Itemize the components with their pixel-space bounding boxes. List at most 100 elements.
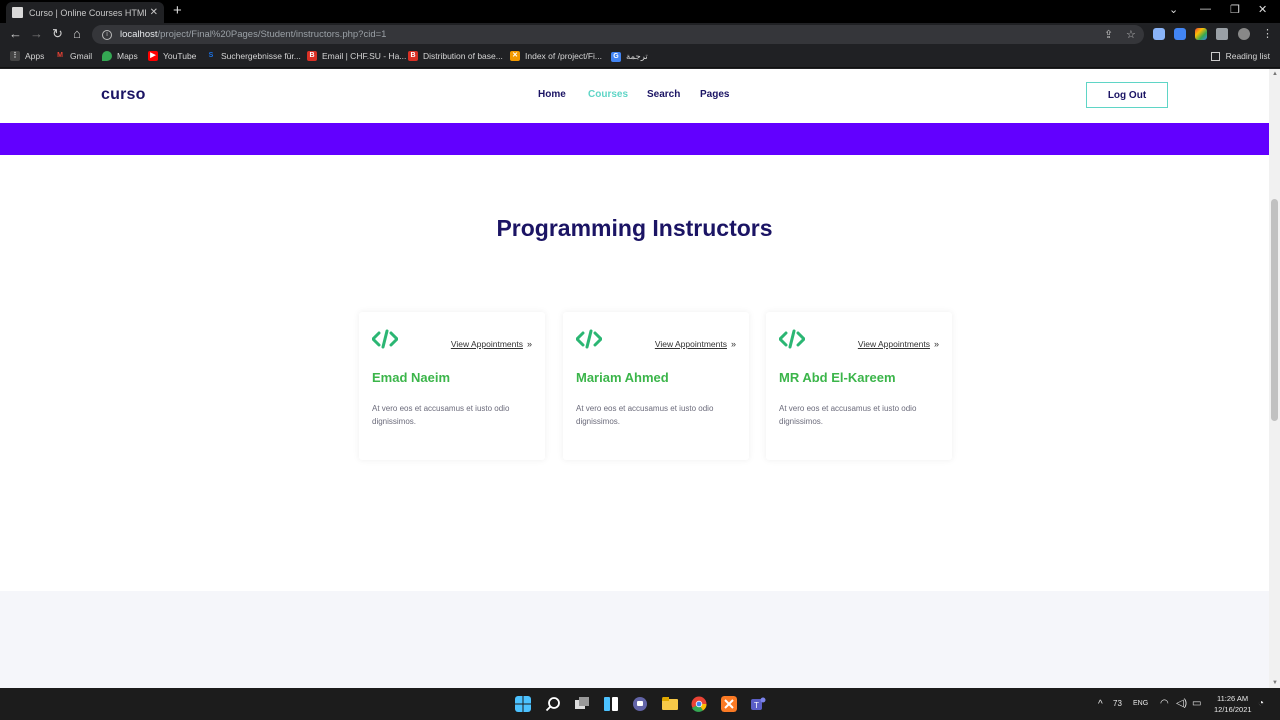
nav-search[interactable]: Search (647, 89, 680, 100)
instructor-card: View Appointments » Mariam Ahmed At vero… (563, 312, 749, 460)
forward-button[interactable]: → (30, 26, 43, 42)
nav-courses[interactable]: Courses (588, 89, 628, 100)
bookmark-youtube[interactable]: ▶ YouTube (148, 51, 196, 61)
address-bar[interactable]: i localhost/project/Final%20Pages/Studen… (92, 25, 1144, 44)
taskbar: T ^ 73 ENG ◠ ◁) ▭ 11:26 AM 12/16/2021 ◔ (0, 688, 1280, 720)
xampp-icon[interactable] (721, 696, 737, 712)
instructor-card: View Appointments » MR Abd El-Kareem At … (766, 312, 952, 460)
show-hidden-icons-icon[interactable]: ^ (1098, 699, 1103, 710)
windows-start-icon[interactable] (515, 696, 531, 712)
youtube-icon: ▶ (148, 51, 158, 61)
extension-color-icon[interactable] (1195, 28, 1207, 40)
browser-toolbar: ← → ↻ ⌂ i localhost/project/Final%20Page… (0, 23, 1280, 46)
bookmark-translate[interactable]: G ترجمة (611, 51, 648, 62)
restore-button[interactable]: ❐ (1230, 3, 1240, 16)
home-button[interactable]: ⌂ (73, 26, 81, 42)
new-tab-button[interactable]: + (173, 3, 182, 18)
chrome-menu-icon[interactable]: ⋮ (1262, 27, 1273, 40)
clock-time[interactable]: 11:26 AM (1217, 694, 1248, 703)
close-window-button[interactable]: ✕ (1258, 3, 1267, 16)
instructor-description: At vero eos et accusamus et iusto odio d… (372, 404, 510, 426)
scrollbar-thumb[interactable] (1271, 199, 1278, 421)
chat-icon[interactable] (632, 696, 648, 712)
translate-icon: G (611, 51, 621, 62)
instructor-card: View Appointments » Emad Naeim At vero e… (359, 312, 545, 460)
search-icon[interactable] (545, 696, 561, 712)
b-logo-icon: B (408, 51, 418, 61)
s-logo-icon: S (206, 51, 216, 61)
nav-pages[interactable]: Pages (700, 89, 729, 100)
task-view-icon[interactable] (574, 696, 590, 712)
share-icon[interactable]: ⇪ (1104, 28, 1113, 41)
battery-icon[interactable]: ▭ (1192, 698, 1201, 709)
double-chevron-right-icon: » (933, 339, 939, 349)
logout-button[interactable]: Log Out (1086, 82, 1168, 108)
site-info-icon[interactable]: i (102, 29, 112, 40)
chrome-icon[interactable] (691, 696, 707, 712)
reload-button[interactable]: ↻ (52, 26, 63, 42)
xampp-icon: ✕ (510, 51, 520, 61)
language-indicator[interactable]: ENG (1133, 700, 1148, 707)
view-appointments-link[interactable]: View Appointments » (655, 339, 736, 349)
tab-title: Curso | Online Courses HTML5 Te (29, 7, 146, 18)
nav-home[interactable]: Home (538, 89, 566, 100)
url-text: localhost/project/Final%20Pages/Student/… (120, 29, 387, 40)
maps-pin-icon (102, 51, 112, 61)
instructor-name[interactable]: Mariam Ahmed (576, 370, 669, 385)
double-chevron-right-icon: » (526, 339, 532, 349)
minimize-button[interactable]: — (1200, 3, 1211, 15)
instructor-description: At vero eos et accusamus et iusto odio d… (779, 404, 917, 426)
tab-search-icon[interactable]: ⌄ (1169, 3, 1178, 16)
bookmark-star-icon[interactable]: ☆ (1126, 28, 1136, 41)
site-header: curso Home Courses Search Pages Log Out (0, 69, 1269, 123)
hero-band (0, 123, 1269, 155)
bookmarks-bar: ⋮ Apps M Gmail Maps ▶ YouTube S Sucherge… (0, 46, 1280, 68)
code-icon (779, 329, 805, 349)
instructor-name[interactable]: Emad Naeim (372, 370, 450, 385)
extensions-puzzle-icon[interactable] (1216, 28, 1228, 40)
view-appointments-link[interactable]: View Appointments » (451, 339, 532, 349)
view-appointments-link[interactable]: View Appointments » (858, 339, 939, 349)
tab-favicon-icon (12, 7, 23, 18)
reading-list-icon (1210, 51, 1220, 61)
bookmark-distribution[interactable]: B Distribution of base... (408, 51, 503, 61)
page-scrollbar[interactable]: ▲ ▼ (1269, 69, 1280, 688)
apps-grid-icon: ⋮ (10, 51, 20, 61)
b-logo-icon: B (307, 51, 317, 61)
close-tab-icon[interactable]: ✕ (150, 7, 158, 18)
widgets-icon[interactable] (603, 696, 619, 712)
double-chevron-right-icon: » (730, 339, 736, 349)
bookmark-search-results[interactable]: S Suchergebnisse für... (206, 51, 301, 61)
instructor-name[interactable]: MR Abd El-Kareem (779, 370, 896, 385)
file-explorer-icon[interactable] (662, 696, 678, 712)
scroll-up-icon[interactable]: ▲ (1272, 71, 1278, 77)
browser-tab[interactable]: Curso | Online Courses HTML5 Te ✕ (6, 2, 164, 23)
reading-list-button[interactable]: Reading list (1210, 51, 1270, 61)
instructor-description: At vero eos et accusamus et iusto odio d… (576, 404, 714, 426)
scroll-down-icon[interactable]: ▼ (1272, 680, 1278, 686)
bookmark-email[interactable]: B Email | CHF.SU - Ha... (307, 51, 406, 61)
teams-icon[interactable]: T (750, 696, 766, 712)
bookmark-gmail[interactable]: M Gmail (55, 51, 92, 61)
back-button[interactable]: ← (9, 26, 22, 42)
gmail-icon: M (55, 51, 65, 61)
extension-shield-icon[interactable] (1153, 28, 1165, 40)
extension-translate-icon[interactable] (1174, 28, 1186, 40)
bookmark-maps[interactable]: Maps (102, 51, 138, 61)
footer-area (0, 591, 1269, 688)
volume-icon[interactable]: ◁) (1176, 698, 1187, 709)
page-viewport: curso Home Courses Search Pages Log Out … (0, 69, 1280, 688)
code-icon (576, 329, 602, 349)
bookmark-apps[interactable]: ⋮ Apps (10, 51, 44, 61)
svg-text:T: T (754, 701, 759, 710)
notification-icon[interactable]: ◔ (1258, 698, 1264, 709)
bookmark-index[interactable]: ✕ Index of /project/Fi... (510, 51, 602, 61)
clock-date[interactable]: 12/16/2021 (1214, 705, 1252, 714)
page-title: Programming Instructors (496, 215, 773, 241)
tab-strip: Curso | Online Courses HTML5 Te ✕ + ⌄ — … (0, 0, 1280, 23)
code-icon (372, 329, 398, 349)
site-logo[interactable]: curso (101, 86, 146, 104)
weather-temperature[interactable]: 73 (1113, 699, 1122, 708)
wifi-icon[interactable]: ◠ (1160, 698, 1169, 709)
profile-avatar[interactable] (1238, 28, 1250, 40)
